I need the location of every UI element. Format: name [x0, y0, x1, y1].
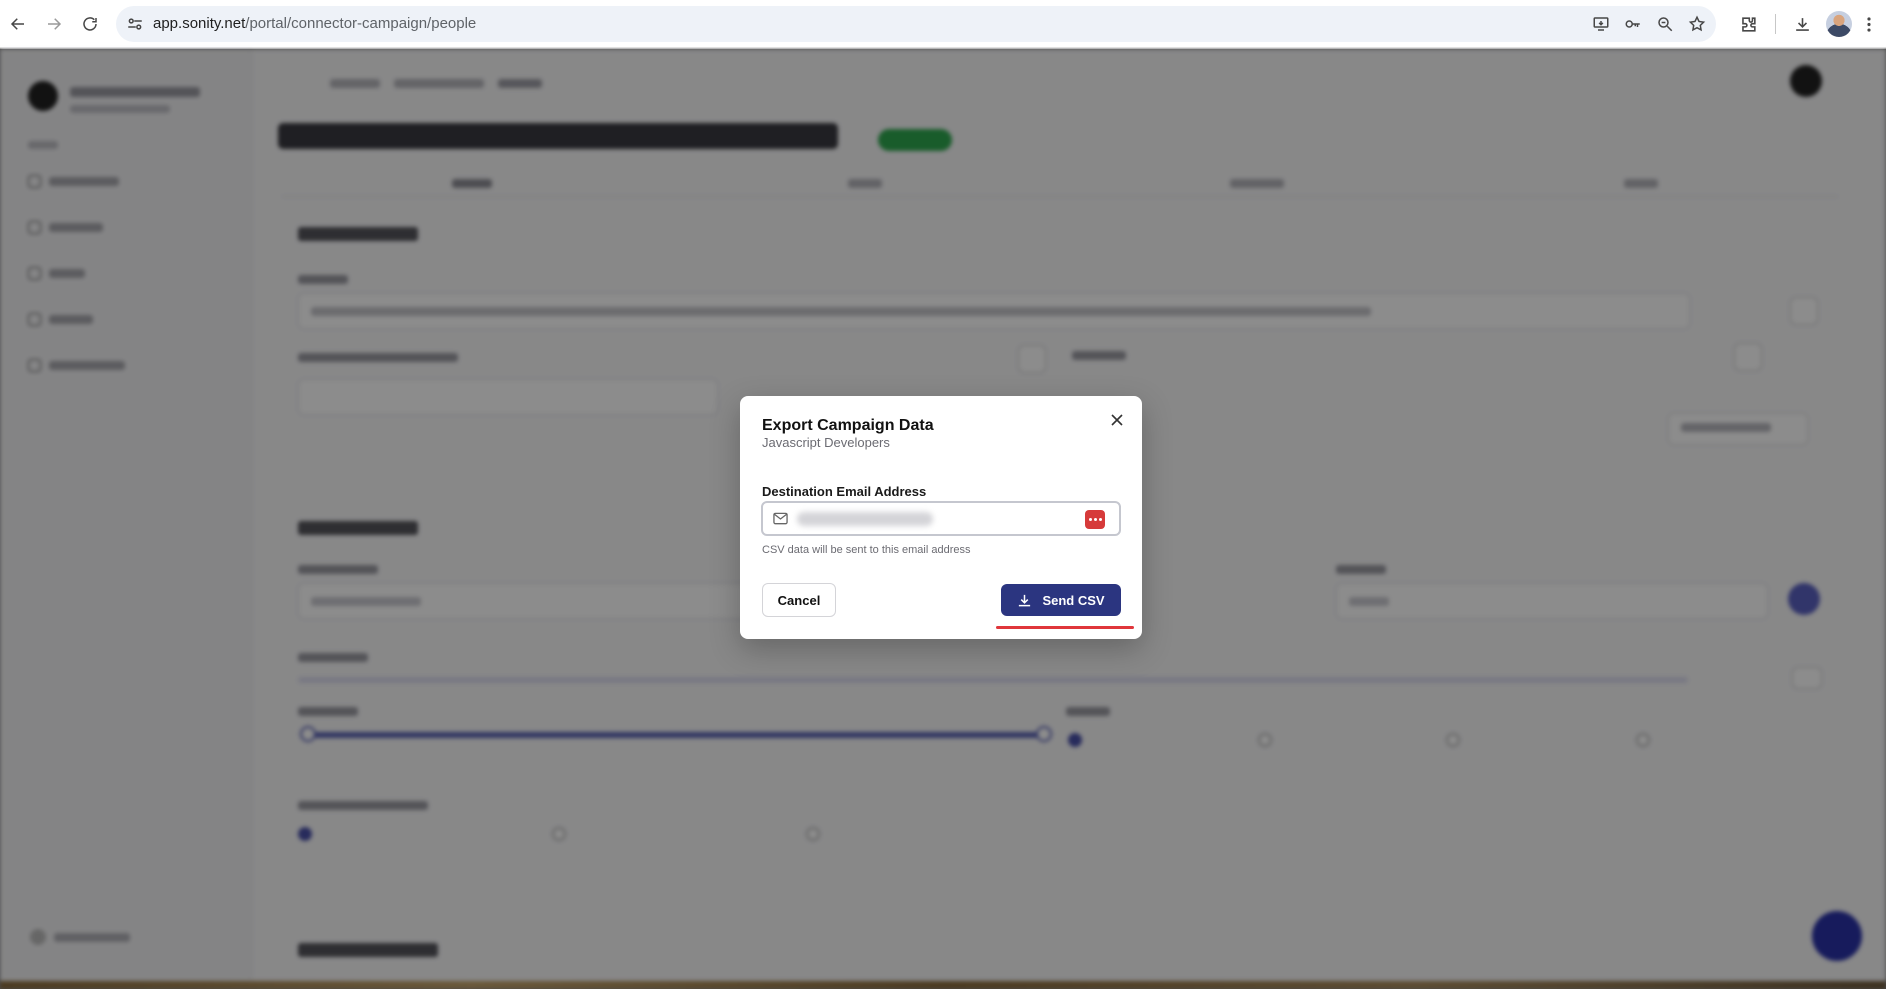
extensions-icon[interactable] [1736, 12, 1760, 36]
profile-avatar[interactable] [1826, 11, 1852, 37]
email-help-text: CSV data will be sent to this email addr… [762, 544, 971, 556]
browser-toolbar: app.sonity.net/portal/connector-campaign… [0, 0, 1886, 48]
close-icon [1111, 414, 1123, 426]
close-button[interactable] [1107, 410, 1127, 430]
download-icon [1019, 594, 1031, 606]
cancel-button[interactable]: Cancel [762, 583, 836, 617]
mail-icon [773, 512, 788, 525]
password-key-icon[interactable] [1624, 15, 1642, 33]
email-field-label: Destination Email Address [762, 484, 927, 499]
site-settings-icon[interactable] [126, 15, 144, 33]
reload-icon[interactable] [78, 12, 102, 36]
email-field[interactable] [761, 501, 1121, 536]
dialog-title: Export Campaign Data [762, 417, 934, 434]
bookmark-star-icon[interactable] [1688, 15, 1706, 33]
menu-kebab-icon[interactable] [1862, 12, 1876, 36]
email-input[interactable] [797, 508, 1077, 530]
dialog-subtitle: Javascript Developers [762, 435, 890, 450]
address-bar[interactable]: app.sonity.net/portal/connector-campaign… [116, 6, 1716, 42]
install-app-icon[interactable] [1592, 15, 1610, 33]
send-csv-button[interactable]: Send CSV [1001, 584, 1121, 616]
url-host: app.sonity.net [153, 15, 246, 32]
forward-icon[interactable] [42, 12, 66, 36]
url-text[interactable]: app.sonity.net/portal/connector-campaign… [153, 15, 476, 32]
back-icon[interactable] [6, 12, 30, 36]
download-icon[interactable] [1790, 12, 1814, 36]
zoom-icon[interactable] [1656, 15, 1674, 33]
send-csv-label: Send CSV [1042, 592, 1105, 608]
url-path: /portal/connector-campaign/people [245, 15, 477, 32]
toolbar-divider [1775, 14, 1776, 34]
password-manager-icon[interactable] [1085, 510, 1105, 529]
highlight-underline [996, 626, 1134, 629]
export-campaign-dialog: Export Campaign Data Javascript Develope… [740, 396, 1142, 639]
